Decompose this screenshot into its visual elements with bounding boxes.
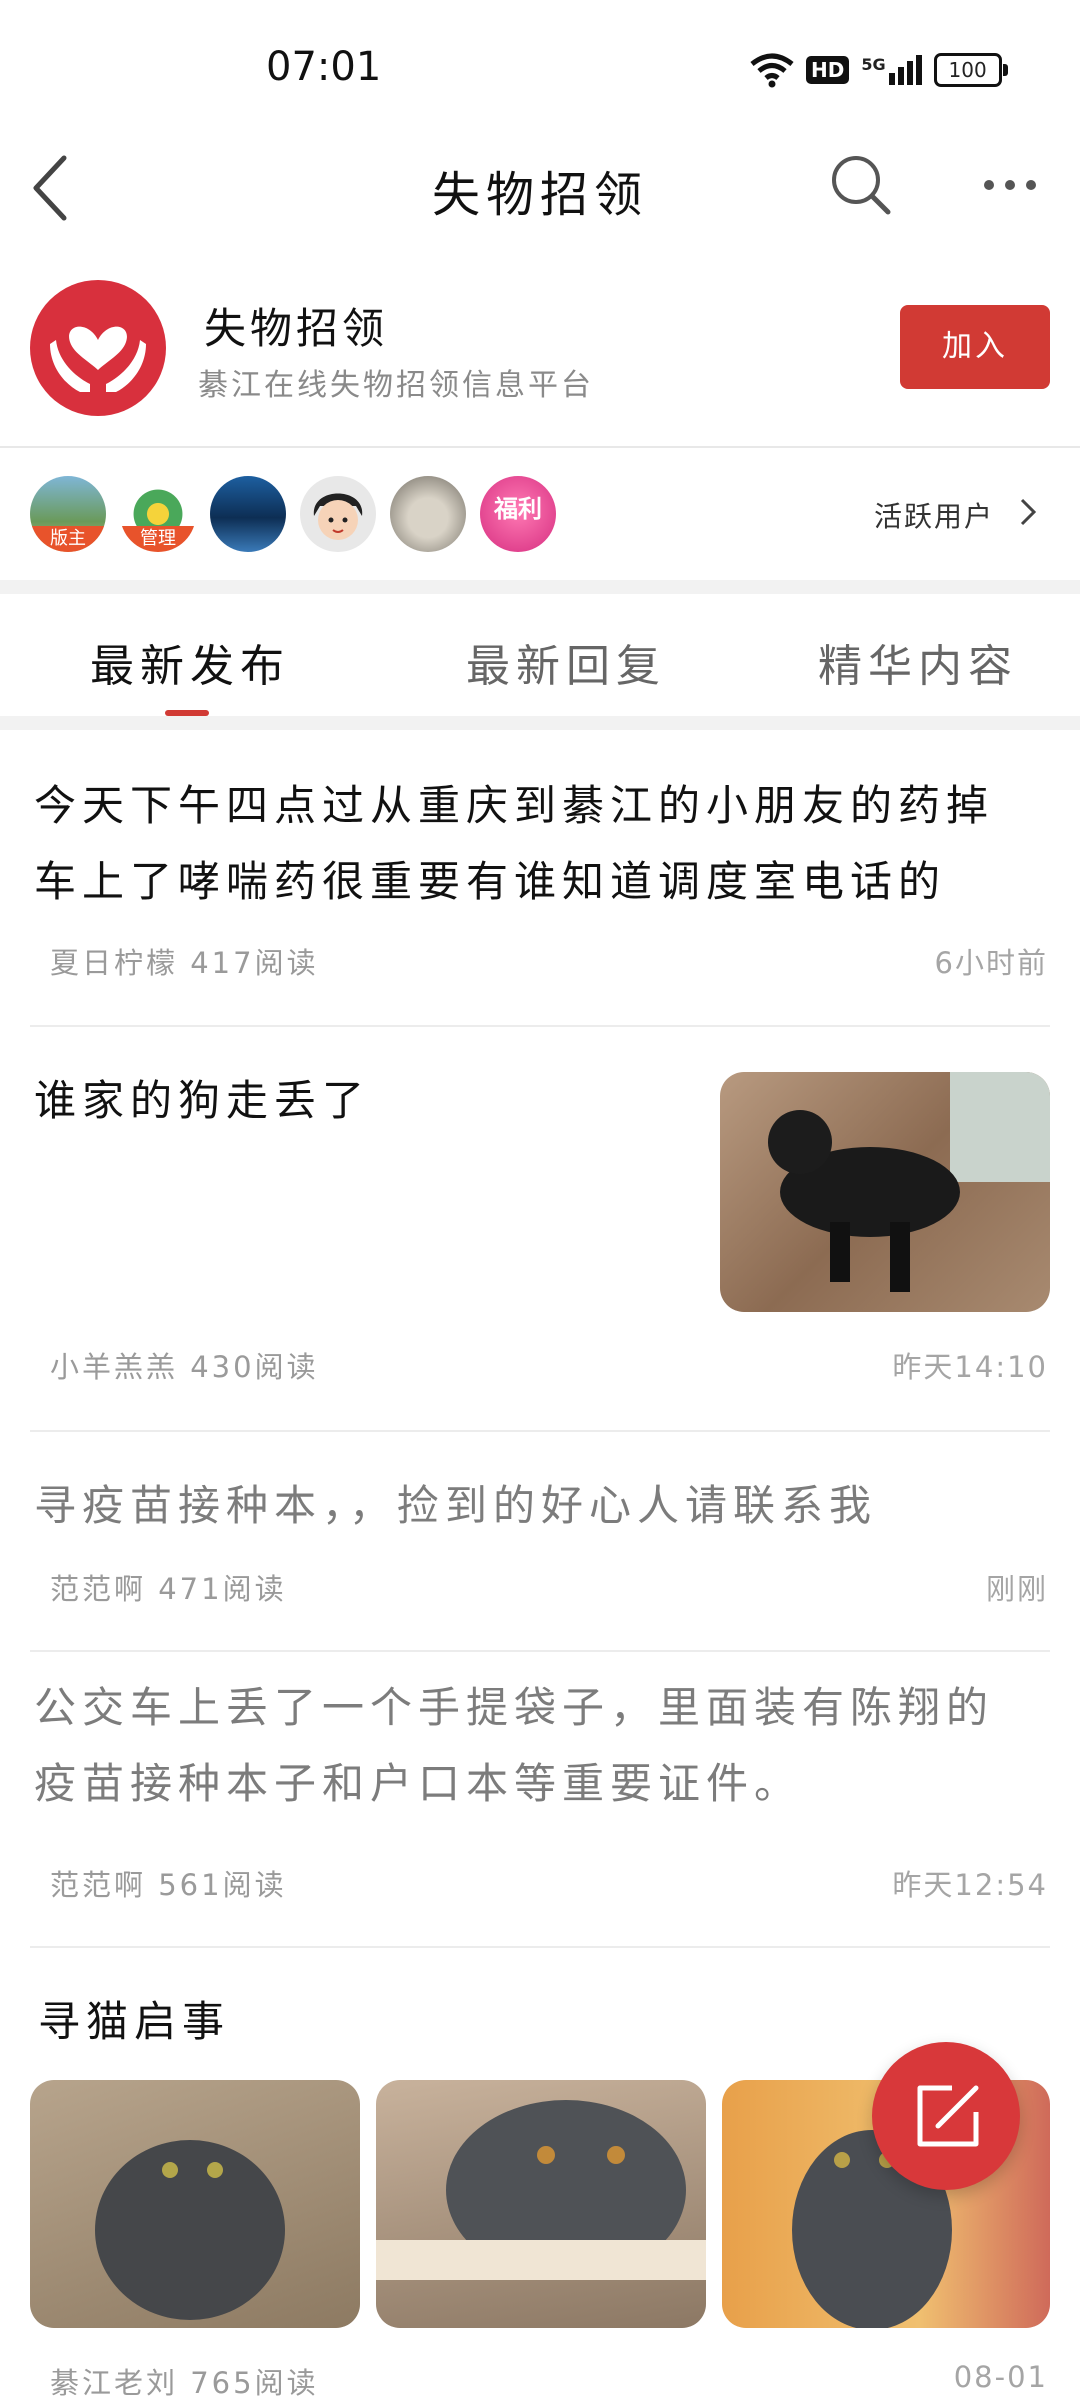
- post-title[interactable]: 寻猫启事: [38, 1984, 230, 2060]
- tab-latest-replies[interactable]: 最新回复: [466, 630, 666, 694]
- avatar[interactable]: 福利: [480, 476, 556, 552]
- post-title-line: 疫苗接种本子和户口本等重要证件。: [34, 1759, 803, 1808]
- tab-latest-posts[interactable]: 最新发布: [90, 630, 290, 694]
- avatar[interactable]: [390, 476, 466, 552]
- role-tag: 版主: [30, 526, 106, 552]
- avatar[interactable]: [210, 476, 286, 552]
- cat-photo: [95, 2140, 285, 2320]
- cat-photo: [376, 2100, 706, 2280]
- post-item[interactable]: 今天下午四点过从重庆到綦江的小朋友的药掉 车上了哮喘药很重要有谁知道调度室电话的: [34, 768, 1034, 920]
- divider: [0, 446, 1080, 448]
- edit-icon: [917, 2085, 979, 2147]
- post-time: 刚刚: [985, 1572, 1048, 1606]
- post-image-cat-2[interactable]: [376, 2080, 706, 2328]
- post-image-cat-1[interactable]: [30, 2080, 360, 2328]
- post-title[interactable]: 寻疫苗接种本，，捡到的好心人请联系我: [34, 1468, 877, 1544]
- avatar[interactable]: [300, 476, 376, 552]
- post-time: 08-01: [953, 2360, 1048, 2394]
- group-description: 綦江在线失物招领信息平台: [198, 368, 594, 403]
- post-title[interactable]: 谁家的狗走丢了: [34, 1063, 370, 1139]
- divider: [30, 1430, 1050, 1432]
- post-item[interactable]: 公交车上丢了一个手提袋子，里面装有陈翔的 疫苗接种本子和户口本等重要证件。: [34, 1670, 1034, 1822]
- post-title-line: 公交车上丢了一个手提袋子，里面装有陈翔的: [34, 1683, 995, 1732]
- battery-indicator: 100: [933, 53, 1008, 87]
- post-author-reads: 范范啊 471阅读: [50, 1572, 287, 1606]
- wifi-icon: [750, 53, 794, 88]
- post-title-line: 车上了哮喘药很重要有谁知道调度室电话的: [34, 857, 947, 906]
- avatar[interactable]: 管理: [120, 476, 196, 552]
- divider: [30, 1025, 1050, 1027]
- net-type: 5G: [861, 55, 886, 74]
- post-time: 6小时前: [934, 946, 1048, 980]
- post-author-reads: 范范啊 561阅读: [50, 1868, 287, 1902]
- section-divider: [0, 580, 1080, 594]
- chevron-right-icon[interactable]: [1018, 494, 1038, 530]
- post-author-reads: 夏日柠檬 417阅读: [50, 946, 319, 980]
- post-time: 昨天14:10: [892, 1350, 1048, 1384]
- divider: [30, 1650, 1050, 1652]
- welfare-label: 福利: [494, 495, 542, 523]
- hd-badge: HD: [806, 56, 850, 84]
- status-icons: HD 5G 100: [750, 50, 1008, 90]
- more-icon[interactable]: [975, 160, 1045, 210]
- section-divider: [0, 716, 1080, 730]
- group-logo: [30, 280, 166, 416]
- status-time: 07:01: [266, 44, 382, 90]
- group-name: 失物招领: [204, 304, 389, 353]
- divider: [30, 1946, 1050, 1948]
- post-author-reads: 小羊羔羔 430阅读: [50, 1350, 319, 1384]
- join-button[interactable]: 加入: [900, 305, 1050, 389]
- tab-featured[interactable]: 精华内容: [818, 630, 1018, 694]
- post-time: 昨天12:54: [892, 1868, 1048, 1902]
- cartoon-face-icon: [313, 493, 363, 540]
- signal-5g-icon: 5G: [861, 55, 922, 85]
- role-tag: 管理: [120, 526, 196, 552]
- new-post-button[interactable]: [872, 2042, 1020, 2190]
- avatar[interactable]: 版主: [30, 476, 106, 552]
- heart-hands-icon: [50, 326, 146, 392]
- page-title: 失物招领: [431, 167, 648, 223]
- post-title-line: 今天下午四点过从重庆到綦江的小朋友的药掉: [34, 781, 995, 830]
- active-users-link[interactable]: 活跃用户: [874, 495, 994, 535]
- post-author-reads: 綦江老刘 765阅读: [50, 2366, 319, 2400]
- dog-photo: [768, 1072, 1050, 1292]
- search-icon[interactable]: [826, 150, 896, 220]
- post-image-dog[interactable]: [720, 1072, 1050, 1312]
